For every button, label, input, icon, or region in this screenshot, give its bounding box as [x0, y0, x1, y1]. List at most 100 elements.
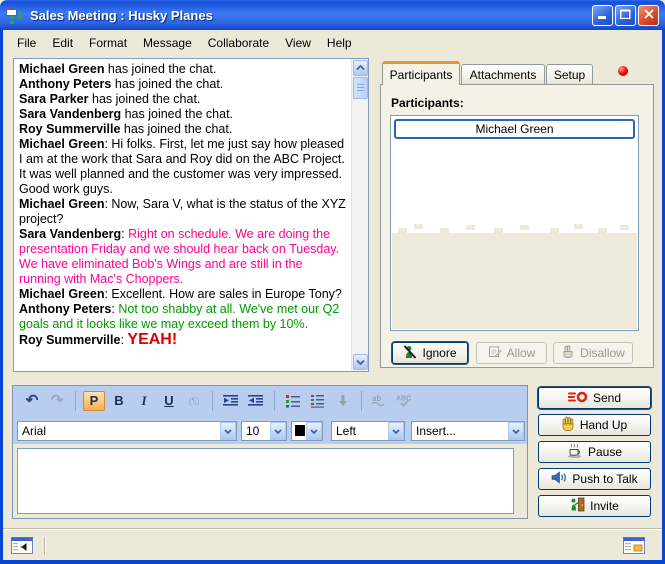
menu-item-file[interactable]: File — [9, 33, 44, 53]
tab-participants[interactable]: Participants — [382, 61, 460, 85]
chat-message: Michael Green has joined the chat. — [19, 62, 347, 77]
window-layout-icon[interactable] — [623, 537, 647, 555]
chat-message: Michael Green: Now, Sara V, what is the … — [19, 197, 347, 227]
menu-item-message[interactable]: Message — [135, 33, 200, 53]
pause-button[interactable]: Pause — [538, 441, 651, 463]
record-indicator — [618, 66, 628, 76]
close-icon — [644, 6, 654, 24]
button-label: Ignore — [422, 346, 456, 360]
hand-up-button[interactable]: Hand Up — [538, 414, 651, 436]
svg-text:ABC: ABC — [396, 396, 411, 403]
chat-sender-name: Michael Green — [19, 137, 104, 151]
chevron-down-icon[interactable] — [220, 422, 236, 440]
chat-message-text: Excellent. How are sales in Europe Tony? — [111, 287, 341, 301]
redo-icon: ↷ — [46, 391, 68, 411]
participants-label: Participants: — [391, 96, 464, 110]
chat-sender-name: Sara Vandenberg — [19, 107, 121, 121]
menu-item-edit[interactable]: Edit — [44, 33, 81, 53]
italic-icon[interactable]: I — [133, 391, 155, 411]
statusbar-divider — [3, 528, 662, 530]
button-label: Allow — [507, 346, 536, 360]
insert-select[interactable]: Insert... — [411, 421, 525, 441]
scroll-down-button[interactable] — [353, 354, 368, 370]
chat-scrollbar[interactable] — [351, 59, 368, 371]
button-label: Send — [593, 391, 621, 405]
chat-sender-name: Roy Summerville — [19, 333, 120, 347]
button-label: Invite — [590, 499, 619, 513]
menu-item-collaborate[interactable]: Collaborate — [200, 33, 277, 53]
indent-increase-icon[interactable] — [220, 391, 242, 411]
redo-glyph: ↷ — [51, 393, 64, 408]
bold-icon[interactable]: B — [108, 391, 130, 411]
alignment-select[interactable]: Left — [331, 421, 405, 441]
bulleted-list-icon[interactable] — [282, 391, 304, 411]
chat-history[interactable]: Michael Green has joined the chat.Anthon… — [13, 58, 369, 372]
chat-sender-name: Roy Summerville — [19, 122, 120, 136]
glyph: P — [90, 393, 99, 408]
chevron-down-icon[interactable] — [508, 422, 524, 440]
chat-sender-name: Michael Green — [19, 62, 104, 76]
chevron-down-icon[interactable] — [270, 422, 286, 440]
tab-attachments[interactable]: Attachments — [461, 64, 545, 85]
chat-audio-icon[interactable] — [11, 537, 35, 555]
minimize-button[interactable] — [592, 5, 613, 26]
font-size-select[interactable]: 10 — [241, 421, 287, 441]
chat-window: Sales Meeting : Husky Planes FileEditFor… — [0, 0, 665, 564]
chevron-down-icon[interactable] — [388, 422, 404, 440]
ignore-icon — [403, 345, 418, 362]
selected-value: Insert... — [416, 424, 506, 438]
undo-icon[interactable]: ↶ — [21, 391, 43, 411]
invite-icon — [570, 497, 585, 515]
chat-sender-name: Anthony Peters — [19, 302, 111, 316]
paragraph-style-icon[interactable]: P — [83, 391, 105, 411]
chat-message-text: YEAH! — [127, 331, 177, 348]
chat-sender-name: Michael Green — [19, 287, 104, 301]
font-family-select[interactable]: Arial — [17, 421, 237, 441]
window-title: Sales Meeting : Husky Planes — [30, 8, 590, 23]
menu-bar: FileEditFormatMessageCollaborateViewHelp — [3, 31, 662, 55]
button-label: Push to Talk — [572, 472, 637, 486]
push-to-talk-button[interactable]: Push to Talk — [538, 468, 651, 490]
window-border-bottom — [0, 560, 665, 564]
button-label: Hand Up — [580, 418, 627, 432]
tab-setup[interactable]: Setup — [546, 64, 593, 85]
menu-item-view[interactable]: View — [277, 33, 319, 53]
autocorrect-icon: ab — [369, 391, 391, 411]
close-button[interactable] — [638, 5, 659, 26]
glyph: U — [164, 393, 173, 408]
participants-list[interactable]: Michael Green — [390, 115, 639, 331]
scroll-thumb[interactable] — [353, 77, 368, 99]
chat-sender-name: Sara Vandenberg — [19, 227, 121, 241]
selected-value: Arial — [22, 424, 218, 438]
menu-item-help[interactable]: Help — [319, 33, 360, 53]
window-border-left — [0, 30, 3, 564]
render-artifact — [392, 233, 637, 329]
numbered-list-icon[interactable] — [307, 391, 329, 411]
chevron-down-icon[interactable] — [306, 422, 322, 440]
invite-button[interactable]: Invite — [538, 495, 651, 517]
font-color-select[interactable] — [291, 421, 323, 441]
allow-icon — [488, 345, 503, 361]
maximize-button[interactable] — [615, 5, 636, 26]
menu-item-format[interactable]: Format — [81, 33, 135, 53]
undo-glyph: ↶ — [26, 393, 39, 408]
indent-decrease-icon[interactable] — [245, 391, 267, 411]
chat-sender-name: Michael Green — [19, 197, 104, 211]
message-input[interactable] — [17, 448, 514, 514]
selected-value: Left — [336, 424, 386, 438]
chat-sender-name: Anthony Peters — [19, 77, 111, 91]
glyph: I — [141, 393, 146, 409]
ignore-button[interactable]: Ignore — [392, 342, 468, 364]
scroll-up-button[interactable] — [353, 60, 368, 76]
participant-item[interactable]: Michael Green — [394, 119, 635, 139]
color-swatch — [295, 425, 305, 436]
titlebar[interactable]: Sales Meeting : Husky Planes — [0, 0, 665, 30]
button-label: Disallow — [580, 346, 625, 360]
underline-icon[interactable]: U — [158, 391, 180, 411]
chat-sender-name: Sara Parker — [19, 92, 89, 106]
chat-message: Sara Parker has joined the chat. — [19, 92, 347, 107]
glyph: B — [114, 393, 123, 408]
chat-message: Michael Green: Excellent. How are sales … — [19, 287, 347, 302]
send-button[interactable]: Send — [538, 387, 651, 409]
plain-text-icon: (¶) — [183, 391, 205, 411]
